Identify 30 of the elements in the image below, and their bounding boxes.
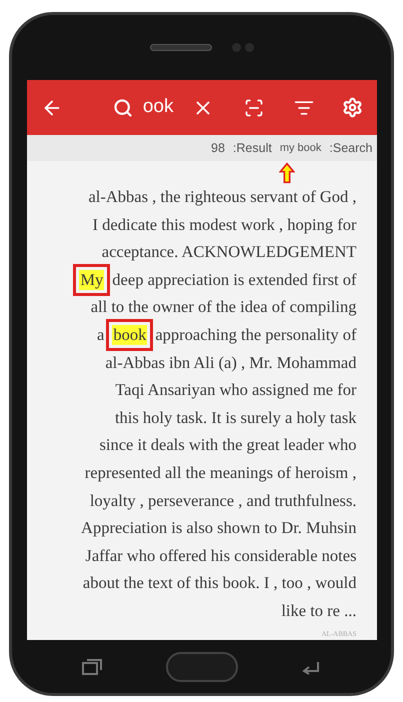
book-text-line: loyalty , perseverance , and truthfulness. — [90, 490, 356, 512]
search-label: :Search — [329, 140, 372, 157]
speaker-grille-icon — [150, 44, 212, 51]
book-text-line: al-Abbas ibn Ali (a) , Mr. Mohammad — [105, 352, 356, 374]
settings-icon[interactable] — [342, 97, 362, 118]
book-text-line: I dedicate this modest work , hoping for — [92, 214, 356, 236]
book-text-line: since it deals with the great leader who — [99, 434, 356, 456]
book-text-line: Taqi Ansariyan who assigned me for — [115, 379, 356, 402]
search-icon[interactable] — [112, 98, 133, 118]
book-text-line: represented all the meanings of heroism , — [84, 462, 356, 484]
search-term: my book — [280, 140, 322, 156]
book-text: deep appreciation is extended first of — [112, 268, 356, 291]
up-arrow-icon — [278, 162, 294, 184]
result-label: :Result — [232, 140, 272, 157]
book-text-line: al-Abbas , the righteous servant of God , — [88, 186, 356, 208]
book-text-line: all to the owner of the idea of compiling — [90, 296, 356, 318]
recent-apps-icon[interactable] — [82, 658, 102, 674]
book-text-line: like to re ... — [281, 600, 356, 622]
result-count: 98 — [211, 140, 225, 157]
book-text-line: acceptance. ACKNOWLEDGEMENT — [102, 241, 356, 264]
book-text: a — [97, 324, 104, 346]
book-text-line: Jaffar who offered his considerable notes — [85, 544, 356, 567]
search-match-highlight: book — [112, 324, 148, 345]
book-text-line: Appreciation is also shown to Dr. Muhsin — [81, 517, 356, 540]
search-match-highlight: My — [79, 270, 104, 290]
search-query[interactable]: ook — [142, 93, 174, 122]
book-text: approaching the personality of — [155, 324, 356, 346]
select-frame-icon[interactable] — [244, 98, 264, 118]
book-text-line: this holy task. It is surely a holy task — [114, 406, 356, 429]
book-text-line: about the text of this book. I , too , would — [82, 572, 356, 594]
